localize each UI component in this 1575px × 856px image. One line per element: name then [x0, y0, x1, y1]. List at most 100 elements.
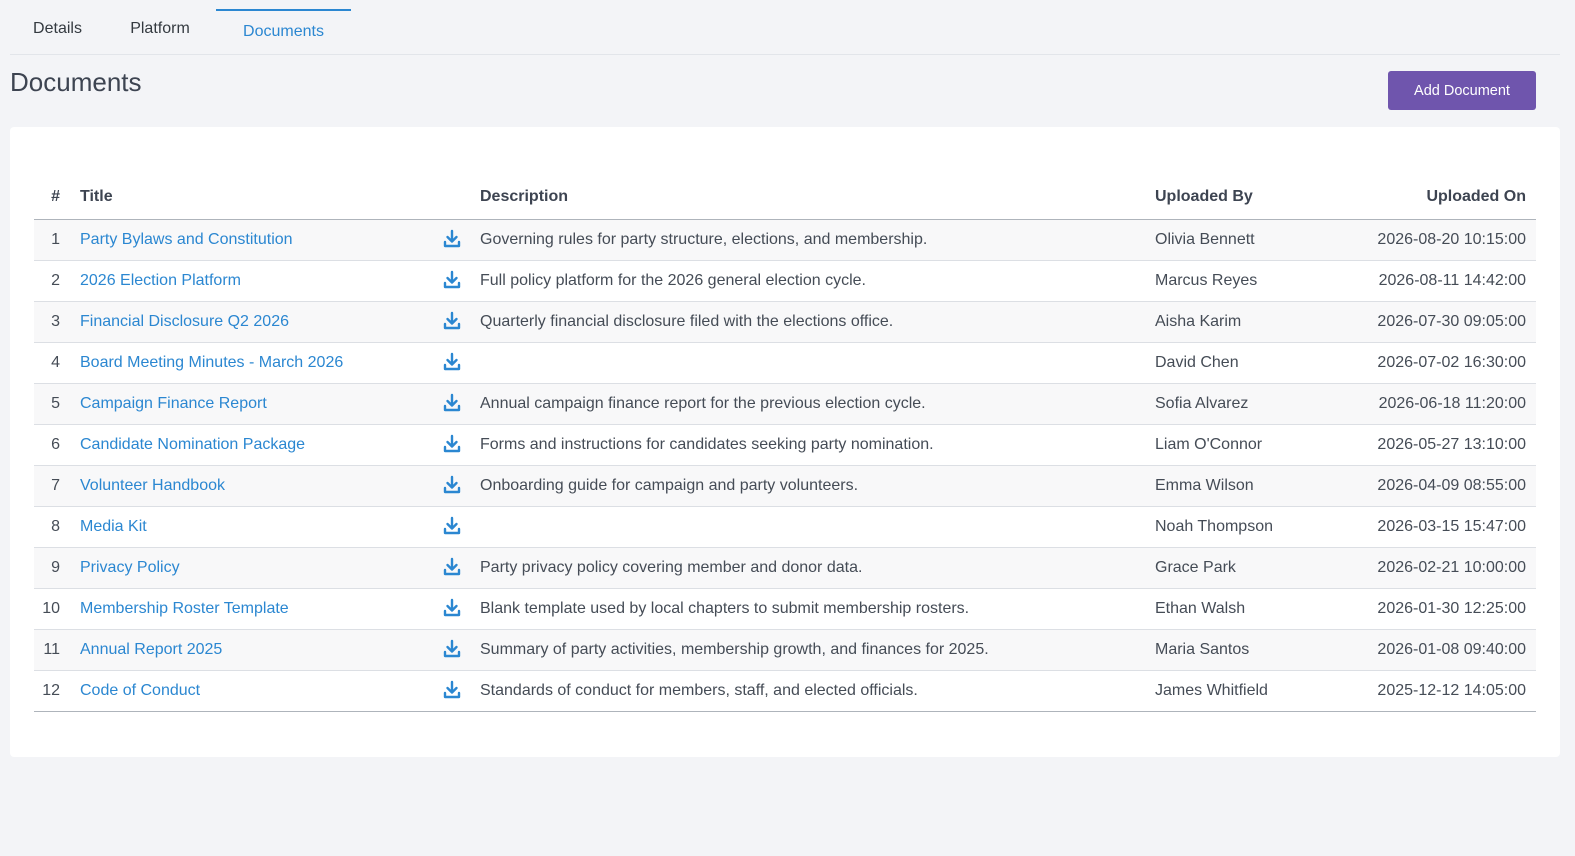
uploaded-on-cell: 2026-04-09 08:55:00: [1355, 465, 1536, 507]
table-body: 1 Party Bylaws and Constitution Governing …: [34, 219, 1536, 712]
row-number: 5: [34, 383, 70, 425]
row-number: 4: [34, 342, 70, 384]
uploaded-on-cell: 2026-01-30 12:25:00: [1355, 588, 1536, 630]
uploaded-by-cell: Marcus Reyes: [1155, 260, 1355, 302]
download-icon[interactable]: [442, 557, 462, 577]
download-icon[interactable]: [442, 393, 462, 413]
table-row: 8 Media Kit Noah Thompson 2026-03-15 15:47:…: [34, 506, 1536, 548]
uploaded-by-cell: Maria Santos: [1155, 629, 1355, 671]
documents-table: # Title Description Uploaded By Uploaded…: [34, 175, 1536, 712]
row-number: 12: [34, 670, 70, 712]
uploaded-on-cell: 2026-07-30 09:05:00: [1355, 301, 1536, 343]
uploaded-on-cell: 2026-01-08 09:40:00: [1355, 629, 1536, 671]
column-header-uploaded-by[interactable]: Uploaded By: [1155, 175, 1355, 220]
uploaded-by-cell: Noah Thompson: [1155, 506, 1355, 548]
tab-documents[interactable]: Documents: [216, 9, 351, 55]
table-header-row: # Title Description Uploaded By Uploaded…: [34, 175, 1536, 220]
documents-card: # Title Description Uploaded By Uploaded…: [10, 127, 1560, 757]
document-title-link[interactable]: Financial Disclosure Q2 2026: [80, 313, 289, 330]
table-row: 7 Volunteer Handbook Onboarding guide for …: [34, 465, 1536, 507]
column-header-description[interactable]: Description: [470, 175, 1155, 220]
document-title-link[interactable]: Board Meeting Minutes - March 2026: [80, 354, 343, 371]
title-cell: Media Kit: [70, 506, 470, 548]
description-cell: Annual campaign finance report for the p…: [470, 383, 1155, 425]
table-row: 2 2026 Election Platform Full policy platf…: [34, 260, 1536, 302]
row-number: 8: [34, 506, 70, 548]
table-row: 11 Annual Report 2025 Summary of party act…: [34, 629, 1536, 671]
uploaded-on-cell: 2026-08-11 14:42:00: [1355, 260, 1536, 302]
uploaded-by-cell: Emma Wilson: [1155, 465, 1355, 507]
document-title-link[interactable]: Campaign Finance Report: [80, 395, 267, 412]
download-icon[interactable]: [442, 352, 462, 372]
description-cell: [470, 342, 1155, 384]
description-cell: Full policy platform for the 2026 genera…: [470, 260, 1155, 302]
table-row: 4 Board Meeting Minutes - March 2026 David…: [34, 342, 1536, 384]
download-icon[interactable]: [442, 311, 462, 331]
description-cell: Onboarding guide for campaign and party …: [470, 465, 1155, 507]
table-row: 10 Membership Roster Template Blank templa…: [34, 588, 1536, 630]
title-cell: Board Meeting Minutes - March 2026: [70, 342, 470, 384]
uploaded-by-cell: James Whitfield: [1155, 670, 1355, 712]
row-number: 10: [34, 588, 70, 630]
document-title-link[interactable]: Code of Conduct: [80, 682, 200, 699]
download-icon[interactable]: [442, 229, 462, 249]
column-header-num: #: [34, 175, 70, 220]
uploaded-on-cell: 2026-06-18 11:20:00: [1355, 383, 1536, 425]
tab-details[interactable]: Details: [10, 9, 105, 55]
tab-platform[interactable]: Platform: [110, 9, 210, 55]
title-cell: Code of Conduct: [70, 670, 470, 712]
uploaded-on-cell: 2026-07-02 16:30:00: [1355, 342, 1536, 384]
table-row: 3 Financial Disclosure Q2 2026 Quarterly f…: [34, 301, 1536, 343]
row-number: 6: [34, 424, 70, 466]
row-number: 11: [34, 629, 70, 671]
uploaded-on-cell: 2026-05-27 13:10:00: [1355, 424, 1536, 466]
document-title-link[interactable]: Annual Report 2025: [80, 641, 222, 658]
table-row: 9 Privacy Policy Party privacy policy cove…: [34, 547, 1536, 589]
title-cell: 2026 Election Platform: [70, 260, 470, 302]
table-row: 1 Party Bylaws and Constitution Governing …: [34, 219, 1536, 261]
download-icon[interactable]: [442, 516, 462, 536]
add-document-button[interactable]: Add Document: [1388, 71, 1536, 110]
title-cell: Volunteer Handbook: [70, 465, 470, 507]
download-icon[interactable]: [442, 680, 462, 700]
uploaded-on-cell: 2025-12-12 14:05:00: [1355, 670, 1536, 712]
download-icon[interactable]: [442, 434, 462, 454]
uploaded-by-cell: Olivia Bennett: [1155, 219, 1355, 261]
table-row: 5 Campaign Finance Report Annual campaign …: [34, 383, 1536, 425]
download-icon[interactable]: [442, 598, 462, 618]
uploaded-on-cell: 2026-03-15 15:47:00: [1355, 506, 1536, 548]
description-cell: Party privacy policy covering member and…: [470, 547, 1155, 589]
uploaded-by-cell: Sofia Alvarez: [1155, 383, 1355, 425]
title-cell: Financial Disclosure Q2 2026: [70, 301, 470, 343]
download-icon[interactable]: [442, 270, 462, 290]
column-header-title[interactable]: Title: [70, 175, 470, 220]
title-cell: Party Bylaws and Constitution: [70, 219, 470, 261]
uploaded-on-cell: 2026-08-20 10:15:00: [1355, 219, 1536, 261]
uploaded-by-cell: Grace Park: [1155, 547, 1355, 589]
description-cell: Standards of conduct for members, staff,…: [470, 670, 1155, 712]
description-cell: Quarterly financial disclosure filed wit…: [470, 301, 1155, 343]
document-title-link[interactable]: Media Kit: [80, 518, 147, 535]
page-title: Documents: [10, 67, 142, 97]
document-title-link[interactable]: Privacy Policy: [80, 559, 180, 576]
download-icon[interactable]: [442, 639, 462, 659]
title-cell: Campaign Finance Report: [70, 383, 470, 425]
document-title-link[interactable]: Party Bylaws and Constitution: [80, 231, 293, 248]
download-icon[interactable]: [442, 475, 462, 495]
row-number: 2: [34, 260, 70, 302]
title-cell: Privacy Policy: [70, 547, 470, 589]
title-cell: Membership Roster Template: [70, 588, 470, 630]
row-number: 1: [34, 219, 70, 261]
row-number: 9: [34, 547, 70, 589]
uploaded-on-cell: 2026-02-21 10:00:00: [1355, 547, 1536, 589]
tab-bar: Details Platform Documents: [10, 0, 1560, 55]
document-title-link[interactable]: Candidate Nomination Package: [80, 436, 305, 453]
document-title-link[interactable]: 2026 Election Platform: [80, 272, 241, 289]
row-number: 7: [34, 465, 70, 507]
document-title-link[interactable]: Membership Roster Template: [80, 600, 289, 617]
uploaded-by-cell: Ethan Walsh: [1155, 588, 1355, 630]
column-header-uploaded-on[interactable]: Uploaded On: [1355, 175, 1536, 220]
page: Details Platform Documents Documents Add…: [10, 0, 1560, 856]
document-title-link[interactable]: Volunteer Handbook: [80, 477, 225, 494]
description-cell: Summary of party activities, membership …: [470, 629, 1155, 671]
